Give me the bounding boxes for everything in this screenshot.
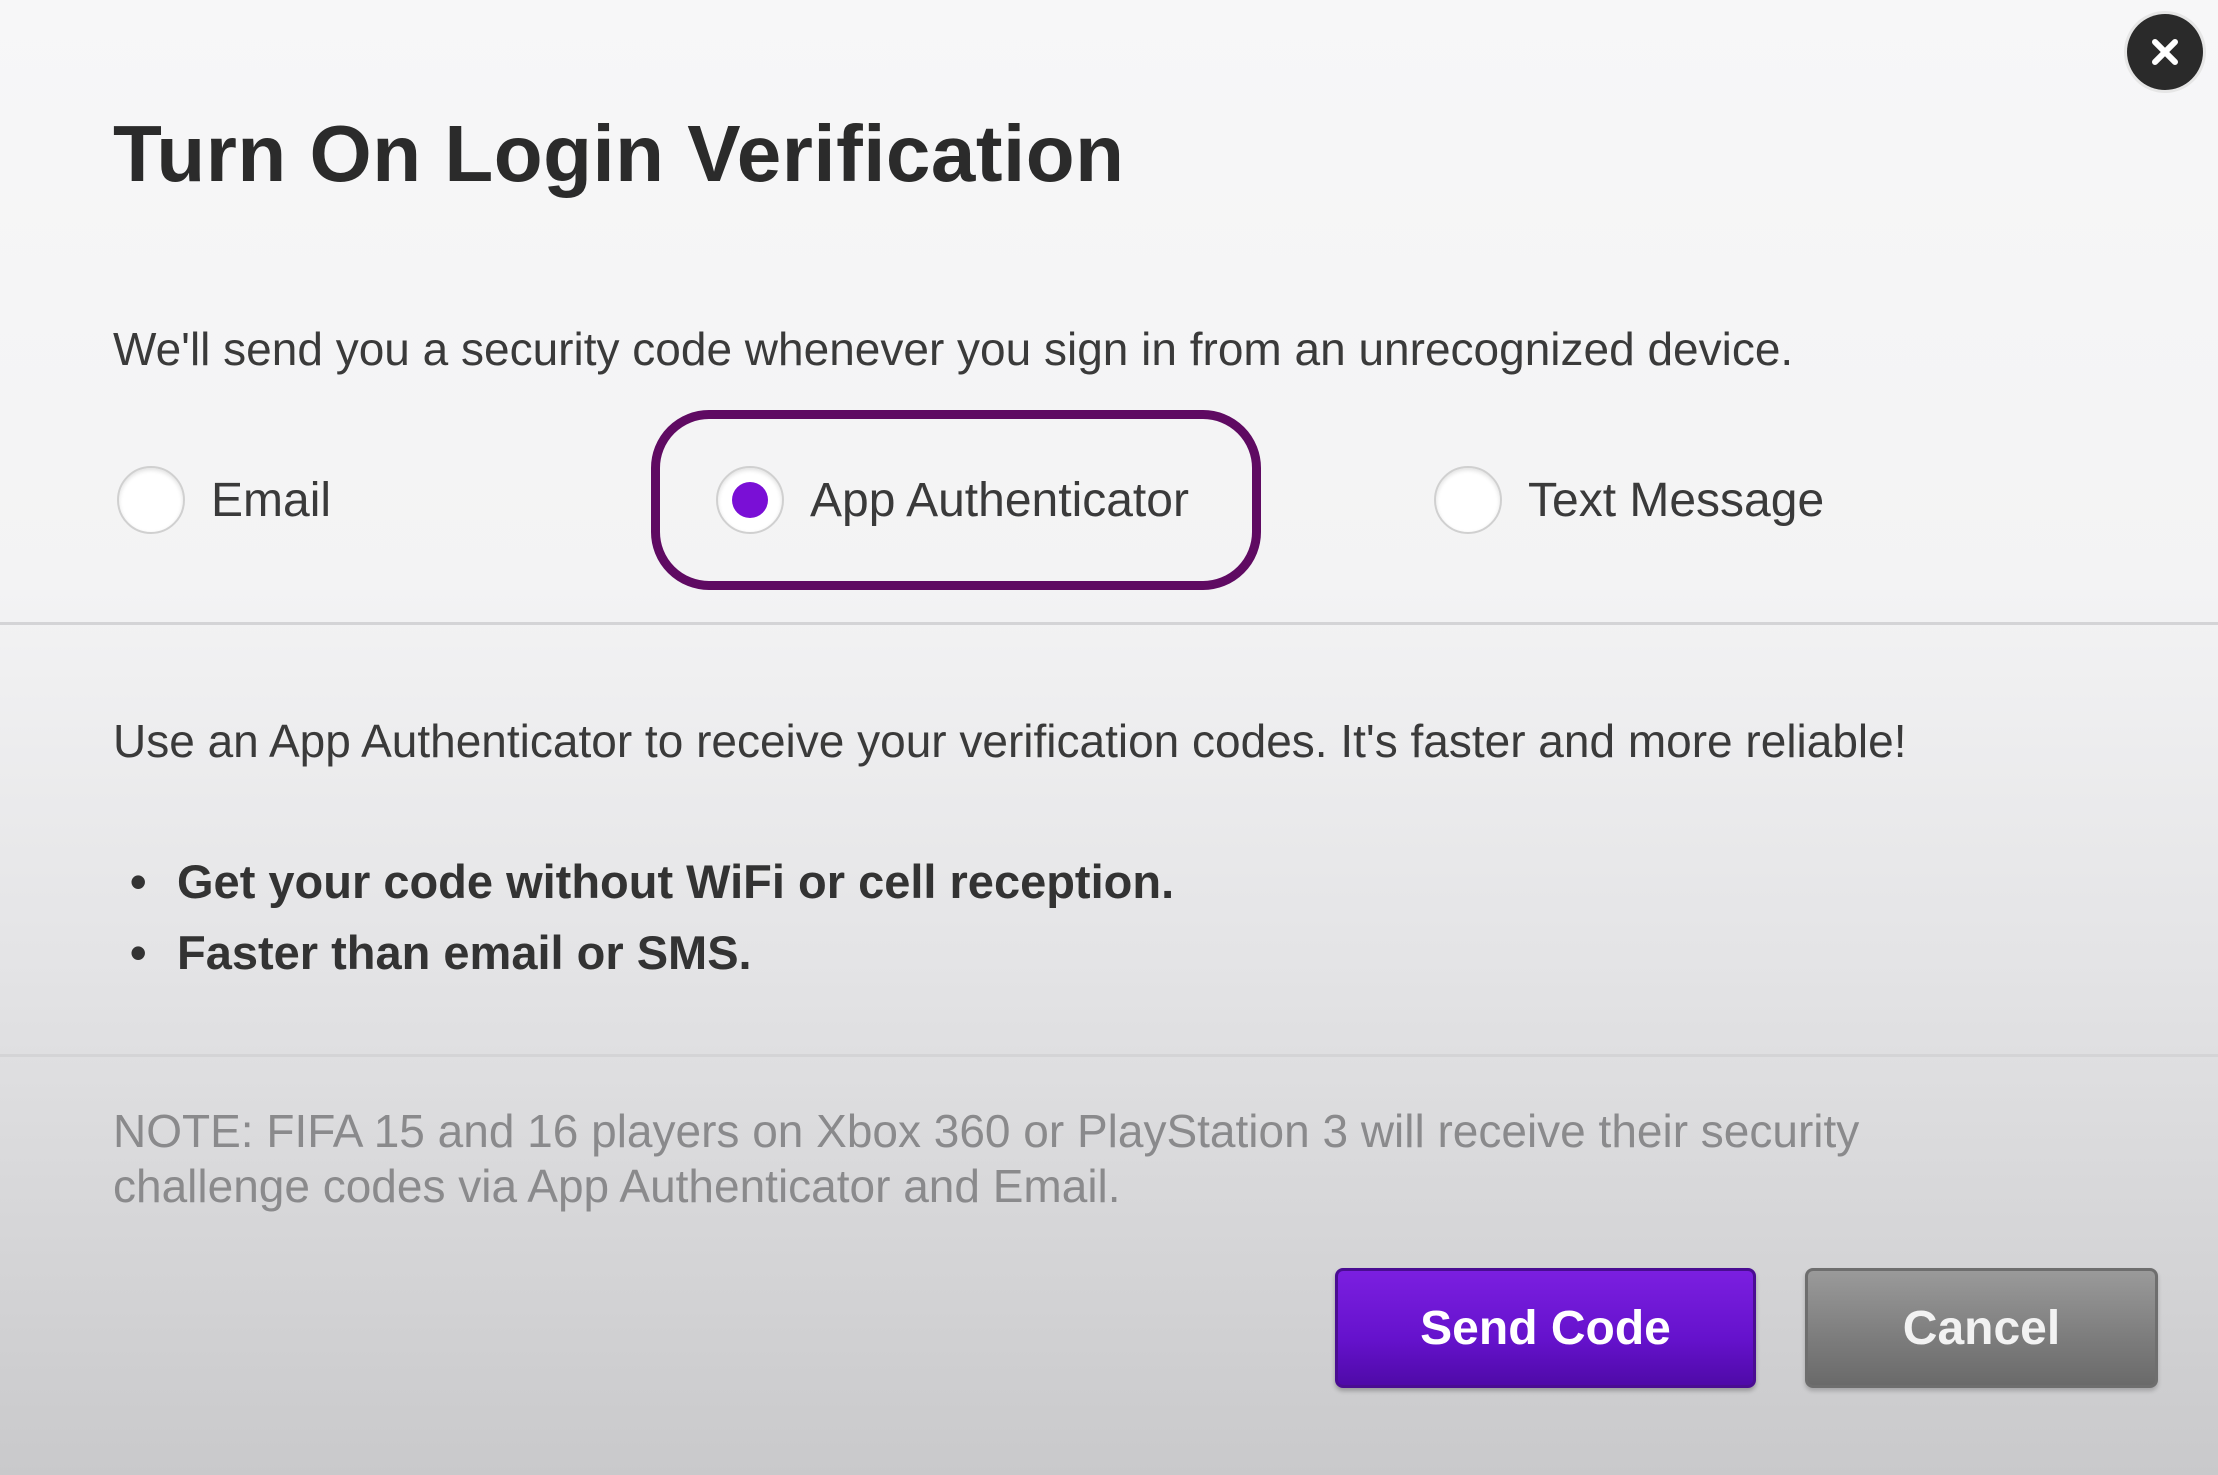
radio-option-text-message[interactable]: Text Message xyxy=(1434,462,1824,538)
list-item: Get your code without WiFi or cell recep… xyxy=(130,846,1174,917)
selection-highlight-outline xyxy=(651,410,1261,590)
close-icon xyxy=(2152,39,2178,65)
benefits-list: Get your code without WiFi or cell recep… xyxy=(130,846,1174,988)
intro-text: We'll send you a security code whenever … xyxy=(113,323,1794,375)
send-code-button[interactable]: Send Code xyxy=(1335,1268,1756,1388)
note-text: NOTE: FIFA 15 and 16 players on Xbox 360… xyxy=(113,1105,1860,1212)
radio-label-email: Email xyxy=(211,473,332,527)
divider xyxy=(0,622,2218,625)
radio-button-text-message[interactable] xyxy=(1434,466,1502,534)
radio-option-email[interactable]: Email xyxy=(117,462,331,538)
dialog-title: Turn On Login Verification xyxy=(113,109,1125,198)
login-verification-dialog: Turn On Login Verification We'll send yo… xyxy=(0,0,2218,1475)
radio-button-email[interactable] xyxy=(117,466,185,534)
list-item: Faster than email or SMS. xyxy=(130,917,1174,988)
radio-label-text-message: Text Message xyxy=(1528,473,1825,527)
cancel-button[interactable]: Cancel xyxy=(1805,1268,2158,1388)
description-text: Use an App Authenticator to receive your… xyxy=(113,715,1907,767)
close-button[interactable] xyxy=(2127,14,2203,90)
divider xyxy=(0,1054,2218,1057)
